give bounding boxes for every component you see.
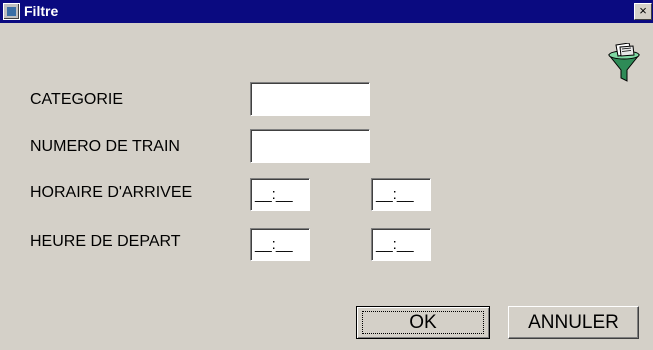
close-button[interactable]: × (634, 3, 652, 20)
window-title: Filtre (24, 3, 59, 19)
categorie-field[interactable] (250, 82, 370, 116)
annuler-button[interactable]: ANNULER (508, 306, 639, 339)
heure-depart-from-field[interactable]: __:__ (250, 228, 310, 261)
horaire-arrivee-label: HORAIRE D'ARRIVEE (30, 184, 193, 201)
horaire-arrivee-from-field[interactable]: __:__ (250, 178, 310, 211)
funnel-filter-icon (607, 43, 641, 82)
categorie-label: CATEGORIE (30, 91, 124, 108)
app-icon[interactable] (3, 3, 20, 20)
heure-depart-label: HEURE DE DEPART (30, 233, 181, 250)
filter-dialog: Filtre × CATEGORIE NUMERO DE TRAIN HORAI… (0, 0, 653, 350)
numero-de-train-field[interactable] (250, 129, 370, 163)
title-bar[interactable]: Filtre × (0, 0, 653, 23)
focus-rectangle (362, 311, 484, 334)
heure-depart-to-field[interactable]: __:__ (371, 228, 431, 261)
ok-button[interactable]: OK (356, 306, 490, 339)
numero-de-train-label: NUMERO DE TRAIN (30, 138, 180, 155)
horaire-arrivee-to-field[interactable]: __:__ (371, 178, 431, 211)
